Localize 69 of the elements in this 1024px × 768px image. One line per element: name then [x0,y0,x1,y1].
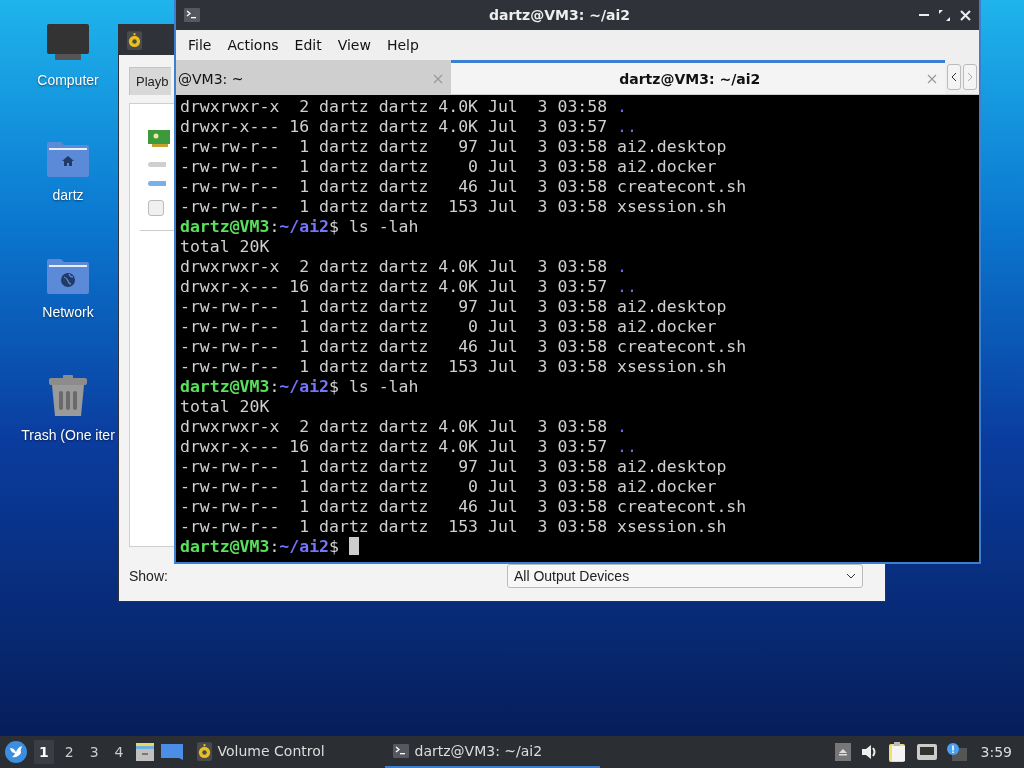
caret-icon [846,573,856,579]
sound-card-icon [148,128,170,148]
terminal-line: drwxrwxr-x 2 dartz dartz 4.0K Jul 3 03:58 . [180,257,629,277]
start-menu-icon[interactable] [4,740,28,764]
chevron-left-icon [951,72,957,82]
terminal-line: -rw-rw-r-- 1 dartz dartz 46 Jul 3 03:58 createcont.sh [180,177,748,197]
desktop-icon-label[interactable]: Network [42,304,94,320]
menu-item[interactable]: View [331,33,377,57]
desktop-icon-label[interactable]: dartz [52,187,84,203]
menu-item[interactable]: Edit [288,33,328,57]
speaker-icon [127,30,142,50]
chevron-right-icon [967,72,973,82]
terminal-icon [392,744,409,758]
terminal-line: -rw-rw-r-- 1 dartz dartz 153 Jul 3 03:58 xsession.sh [180,357,728,377]
terminal-line: drwxr-x--- 16 dartz dartz 4.0K Jul 3 03:57 .. [180,437,638,457]
tab[interactable]: Playb [129,67,171,95]
terminal-line: -rw-rw-r-- 1 dartz dartz 97 Jul 3 03:58 ai2.desktop [180,137,728,157]
terminal-line: drwxrwxr-x 2 dartz dartz 4.0K Jul 3 03:58 . [180,417,629,437]
eject-icon[interactable] [834,743,851,761]
workspace-button[interactable]: 1 [34,740,54,764]
terminal-tab[interactable]: @VM3: ~ [176,60,451,94]
workspace-button[interactable]: 3 [84,740,104,764]
terminal-line: -rw-rw-r-- 1 dartz dartz 0 Jul 3 03:58 ai2.docker [180,317,718,337]
show-desktop-icon[interactable] [160,743,183,761]
terminal-icon [184,8,200,22]
terminal-line: drwxr-x--- 16 dartz dartz 4.0K Jul 3 03:57 .. [180,117,638,137]
terminal-line: -rw-rw-r-- 1 dartz dartz 0 Jul 3 03:58 ai2.docker [180,157,718,177]
workspace-button[interactable]: 2 [59,740,79,764]
window-title: dartz@VM3: ~/ai2 [489,7,630,23]
terminal-prompt: dartz@VM3:~/ai2$ [180,537,975,557]
workspace-button[interactable]: 4 [109,740,129,764]
terminal-prompt: dartz@VM3:~/ai2$ ls -lah [180,377,420,397]
desktop-icon-label[interactable]: Trash (One iter [21,427,115,443]
terminal-line: -rw-rw-r-- 1 dartz dartz 153 Jul 3 03:58 xsession.sh [180,517,728,537]
task-button[interactable]: Volume Control [188,736,379,768]
menu-item[interactable]: Help [380,33,425,57]
clock[interactable]: 3:59 [976,744,1020,760]
file-manager-icon[interactable] [134,742,155,762]
terminal-line: drwxr-x--- 16 dartz dartz 4.0K Jul 3 03:57 .. [180,277,638,297]
show-dropdown[interactable]: All Output Devices [507,564,863,588]
terminal-line: total 20K [180,237,271,257]
terminal-line: drwxrwxr-x 2 dartz dartz 4.0K Jul 3 03:58 . [180,97,629,117]
monitor-icon [47,24,89,62]
checkbox[interactable] [148,200,164,216]
speaker-icon [196,741,212,761]
menu-item[interactable]: File [182,33,218,57]
notification-icon[interactable] [946,743,967,761]
scroll-left-button[interactable] [947,64,961,90]
track-edge-drawing [148,181,166,186]
terminal-line: -rw-rw-r-- 1 dartz dartz 153 Jul 3 03:58 xsession.sh [180,197,728,217]
menu-item[interactable]: Actions [221,33,285,57]
minimize-icon[interactable] [919,13,929,17]
trash-icon [49,375,87,417]
terminal-line: -rw-rw-r-- 1 dartz dartz 0 Jul 3 03:58 ai2.docker [180,477,718,497]
task-button[interactable]: dartz@VM3: ~/ai2 [384,736,600,768]
maximize-icon[interactable] [939,9,950,21]
terminal-line: total 20K [180,397,271,417]
network-port-icon[interactable] [916,744,937,760]
terminal-line: -rw-rw-r-- 1 dartz dartz 46 Jul 3 03:58 createcont.sh [180,337,748,357]
track-edge-drawing [148,162,166,167]
terminal-line: -rw-rw-r-- 1 dartz dartz 46 Jul 3 03:58 createcont.sh [180,497,748,517]
show-label: Show: [129,568,168,584]
network-folder-icon [47,258,89,294]
terminal-prompt: dartz@VM3:~/ai2$ ls -lah [180,217,420,237]
terminal-line: -rw-rw-r-- 1 dartz dartz 97 Jul 3 03:58 ai2.desktop [180,297,728,317]
terminal-tab[interactable]: dartz@VM3: ~/ai2 [450,60,945,94]
clipboard-icon[interactable] [888,742,907,762]
terminal-line: -rw-rw-r-- 1 dartz dartz 97 Jul 3 03:58 ai2.desktop [180,457,728,477]
home-folder-icon [47,141,89,177]
